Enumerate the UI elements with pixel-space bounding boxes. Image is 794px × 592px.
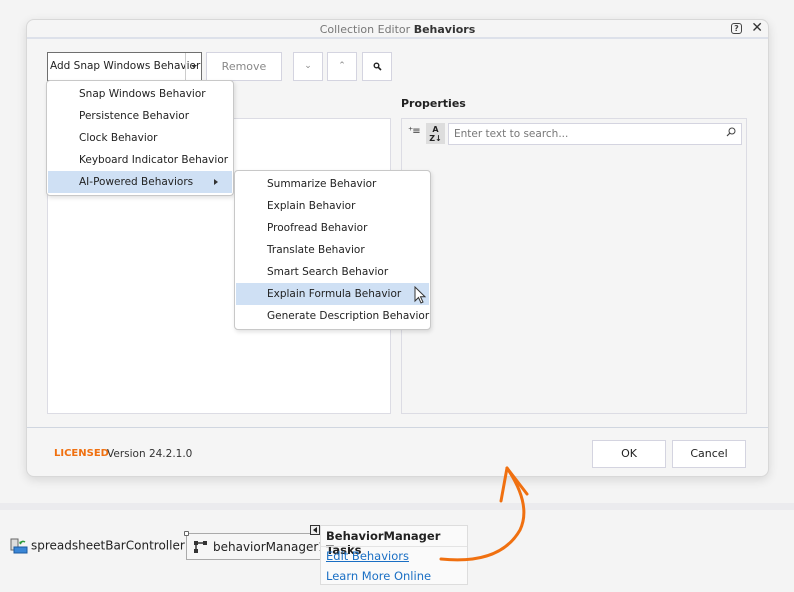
add-behavior-menu: Snap Windows Behavior Persistence Behavi… xyxy=(46,80,234,196)
menu-item-label: AI-Powered Behaviors xyxy=(79,176,194,188)
menu-item-generate-description[interactable]: Generate Description Behavior xyxy=(236,305,429,327)
search-button[interactable] xyxy=(362,52,392,81)
close-icon[interactable]: ✕ xyxy=(751,21,763,35)
component-label: spreadsheetBarController1 xyxy=(31,538,193,553)
title-main: Behaviors xyxy=(413,23,476,36)
add-behavior-label[interactable]: Add Snap Windows Behavior xyxy=(50,60,200,72)
mouse-cursor-icon xyxy=(414,286,427,304)
menu-item-clock[interactable]: Clock Behavior xyxy=(48,127,232,149)
component-behavior-manager[interactable]: behaviorManager1 xyxy=(184,531,326,560)
licensed-badge: LICENSED xyxy=(54,448,109,459)
menu-item-explain[interactable]: Explain Behavior xyxy=(236,195,429,217)
resize-handle[interactable] xyxy=(184,531,189,536)
ok-button[interactable]: OK xyxy=(592,440,666,468)
property-grid: ⁺≡ A Z↓ xyxy=(401,118,747,414)
help-icon[interactable]: ? xyxy=(731,23,742,34)
search-icon xyxy=(373,62,382,71)
menu-item-snap-windows[interactable]: Snap Windows Behavior xyxy=(48,83,232,105)
tasks-panel: BehaviorManager Tasks Edit Behaviors Lea… xyxy=(320,525,468,585)
menu-item-explain-formula[interactable]: Explain Formula Behavior xyxy=(236,283,429,305)
behavior-manager-icon xyxy=(194,541,207,553)
sort-alphabetical-icon[interactable]: A Z↓ xyxy=(426,123,445,144)
designer-tray-border xyxy=(0,503,794,510)
submenu-arrow-icon xyxy=(214,179,218,185)
menu-item-ai-powered[interactable]: AI-Powered Behaviors xyxy=(48,171,232,193)
move-up-button[interactable]: ⌃ xyxy=(327,52,357,81)
chevron-down-icon[interactable] xyxy=(185,53,201,80)
learn-more-link[interactable]: Learn More Online xyxy=(326,569,431,583)
smart-tag-button[interactable] xyxy=(310,525,320,535)
menu-item-persistence[interactable]: Persistence Behavior xyxy=(48,105,232,127)
chevron-down-icon: ⌄ xyxy=(304,61,312,71)
menu-item-keyboard-indicator[interactable]: Keyboard Indicator Behavior xyxy=(48,149,232,171)
menu-item-smart-search[interactable]: Smart Search Behavior xyxy=(236,261,429,283)
dialog-title: Collection Editor Behaviors xyxy=(27,23,768,36)
categorized-icon[interactable]: ⁺≡ xyxy=(408,126,421,137)
tasks-divider xyxy=(321,546,467,547)
search-icon[interactable] xyxy=(726,127,736,137)
edit-behaviors-link[interactable]: Edit Behaviors xyxy=(326,549,409,563)
move-down-button[interactable]: ⌄ xyxy=(293,52,323,81)
cancel-button[interactable]: Cancel xyxy=(672,440,746,468)
footer-divider xyxy=(27,427,768,428)
property-search-input[interactable] xyxy=(448,123,742,145)
title-prefix: Collection Editor xyxy=(319,23,411,36)
component-spreadsheet-bar-controller[interactable]: spreadsheetBarController1 xyxy=(10,538,192,554)
menu-item-summarize[interactable]: Summarize Behavior xyxy=(236,173,429,195)
ai-behaviors-submenu: Summarize Behavior Explain Behavior Proo… xyxy=(234,170,431,330)
remove-button[interactable]: Remove xyxy=(206,52,282,81)
menu-item-proofread[interactable]: Proofread Behavior xyxy=(236,217,429,239)
chevron-up-icon: ⌃ xyxy=(338,61,346,71)
version-label: Version 24.2.1.0 xyxy=(107,448,193,460)
title-bar: Collection Editor Behaviors ? ✕ xyxy=(27,20,768,39)
menu-item-translate[interactable]: Translate Behavior xyxy=(236,239,429,261)
bar-controller-icon xyxy=(10,538,28,554)
properties-label: Properties xyxy=(401,97,466,110)
add-behavior-dropdown[interactable]: Add Snap Windows Behavior xyxy=(47,52,202,81)
component-label: behaviorManager1 xyxy=(213,540,326,554)
